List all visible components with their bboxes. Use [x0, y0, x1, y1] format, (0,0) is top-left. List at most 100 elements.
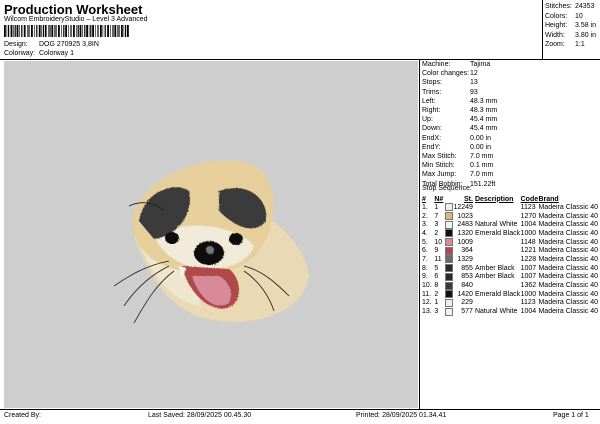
col-num: #	[422, 195, 426, 203]
property-value: 48.3 mm	[470, 97, 498, 105]
property-value: 0.1 mm	[470, 162, 494, 170]
row-description: Emerald Black	[474, 229, 521, 237]
table-row: 6. 9 364 1221 Madeira Classic 40	[422, 246, 598, 255]
row-code: 1123	[520, 299, 536, 307]
row-description	[475, 246, 521, 255]
row-brand: Madeira Classic 40	[538, 282, 598, 290]
table-row: 13. 3 577 Natural White 1004 Madeira Classic …	[422, 307, 598, 316]
property-label: Color changes:	[422, 70, 470, 78]
row-num: 6.	[422, 247, 428, 255]
row-needle: 3	[434, 221, 439, 229]
colorway-row: Colorway: Colorway 1	[4, 50, 74, 57]
row-stitches: 1320	[457, 229, 473, 237]
row-needle: 1	[434, 203, 439, 211]
footer-divider	[0, 409, 600, 410]
col-swatch	[445, 195, 454, 203]
row-needle: 6	[434, 273, 439, 281]
table-row: 12. 1 229 1123 Madeira Classic 40	[422, 298, 598, 308]
panel-divider	[419, 59, 420, 409]
row-code: 1148	[520, 238, 536, 246]
row-swatch	[444, 246, 454, 255]
row-num: 13.	[422, 308, 432, 316]
stats-divider	[542, 0, 543, 59]
row-needle: 3	[434, 308, 439, 316]
stat-zoom: Zoom: 1:1	[545, 41, 585, 49]
property-row: Machine: Tajima	[422, 60, 598, 69]
row-description: Natural White	[474, 221, 518, 229]
row-num: 5.	[422, 238, 428, 246]
row-description: Amber Black	[474, 273, 515, 281]
row-code: 1004	[520, 308, 537, 316]
row-num: 1.	[422, 203, 428, 211]
row-description	[475, 281, 521, 290]
row-swatch	[444, 264, 454, 273]
row-swatch	[444, 220, 454, 229]
machine-properties: Machine: Tajima Color changes: 12 Stops: 13 Tr…	[422, 60, 598, 189]
property-value: Tajima	[470, 61, 491, 68]
row-swatch	[444, 281, 454, 290]
property-label: Up:	[422, 116, 433, 124]
property-value: 7.0 mm	[470, 153, 494, 161]
color-swatch	[444, 298, 453, 307]
stop-sequence-table: # N# St. Description Code Brand 1. 1 12249…	[422, 195, 598, 316]
color-swatch	[444, 238, 453, 247]
row-stitches: 1420	[457, 290, 473, 298]
row-swatch	[444, 307, 454, 316]
col-brand: Brand	[538, 195, 559, 203]
last-saved: Last Saved: 28/09/2025 00.45.30	[148, 412, 252, 419]
property-value: 0.00 in	[470, 143, 492, 151]
stat-width: Width: 3.80 in	[545, 31, 597, 39]
row-description	[475, 255, 521, 264]
row-description: Emerald Black	[474, 290, 521, 298]
table-row: 3. 3 2483 Natural White 1004 Madeira Classic …	[422, 220, 598, 229]
property-row: Up: 45.4 mm	[422, 115, 598, 124]
design-value: DOG 270925 3,8IN	[38, 41, 99, 48]
property-row: Trims: 93	[422, 88, 598, 97]
property-label: Min Stitch:	[422, 162, 455, 170]
row-brand: Madeira Classic 40	[538, 247, 598, 255]
row-needle: 5	[434, 264, 439, 272]
property-row: EndY: 0.00 in	[422, 143, 598, 152]
row-code: 1123	[520, 203, 536, 211]
property-value: 0.00 in	[470, 134, 492, 142]
color-swatch	[444, 255, 453, 264]
row-swatch	[444, 298, 454, 308]
row-swatch	[444, 290, 454, 299]
row-description	[475, 299, 521, 308]
property-label: Max Stitch:	[422, 153, 457, 161]
table-row: 11. 2 1420 Emerald Black 1000 Madeira Classic…	[422, 290, 598, 299]
property-label: Machine:	[422, 61, 451, 68]
printed-date: Printed: 28/09/2025 01.34.41	[356, 412, 447, 419]
stat-colors: Colors: 10	[545, 12, 583, 20]
created-by: Created By:	[4, 412, 41, 419]
property-label: Trims:	[422, 88, 442, 96]
row-brand: Madeira Classic 40	[538, 203, 598, 211]
row-brand: Madeira Classic 40	[538, 255, 598, 263]
col-description: Description	[474, 195, 514, 203]
property-row: Min Stitch: 0.1 mm	[422, 161, 598, 170]
row-stitches: 1329	[457, 255, 473, 263]
color-swatch	[444, 220, 453, 229]
row-description: Natural White	[474, 308, 518, 316]
table-row: 7. 11 1329 1228 Madeira Classic 40	[422, 255, 598, 264]
row-num: 11.	[422, 290, 432, 298]
property-row: Right: 48.3 mm	[422, 106, 598, 115]
color-swatch	[444, 272, 453, 281]
row-description	[475, 238, 521, 247]
row-stitches: 1023	[457, 212, 473, 220]
colorway-value: Colorway 1	[38, 50, 74, 57]
property-label: EndY:	[422, 143, 441, 151]
property-label: Down:	[422, 125, 442, 133]
row-stitches: 229	[461, 299, 473, 307]
color-swatch	[444, 264, 453, 273]
design-label: Design:	[4, 41, 28, 48]
row-brand: Madeira Classic 40	[538, 212, 598, 220]
property-value: 12	[470, 70, 478, 78]
property-value: 7.0 mm	[470, 171, 494, 179]
row-stitches: 855	[461, 264, 473, 272]
row-stitches: 2483	[457, 221, 473, 229]
table-row: 5. 10 1009 1148 Madeira Classic 40	[422, 238, 598, 247]
row-num: 8.	[422, 264, 428, 272]
color-swatch	[444, 229, 453, 238]
row-stitches: 577	[461, 308, 473, 316]
